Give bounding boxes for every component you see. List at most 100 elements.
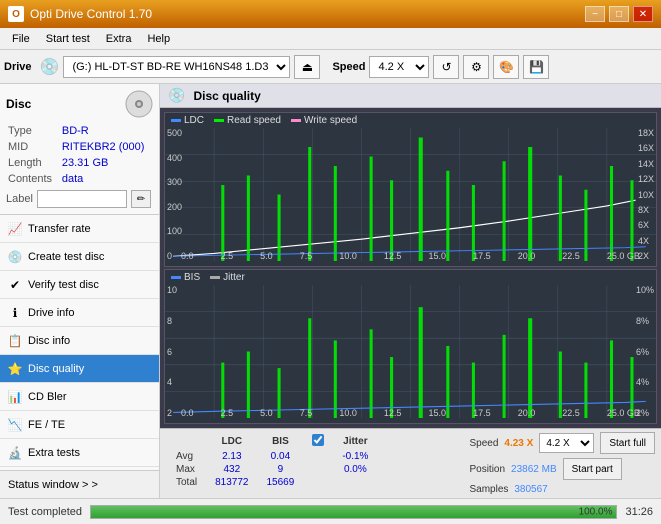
stats-table: LDC BIS Jitter Avg 2.13 0.04 -0.1% (166, 432, 378, 490)
main-layout: Disc Type BD-R MID RITEKBR2 (000) Length (0, 84, 661, 498)
jitter-checkbox[interactable] (312, 434, 324, 446)
title-bar: O Opti Drive Control 1.70 − □ ✕ (0, 0, 661, 28)
bis-color (171, 276, 181, 279)
sidebar: Disc Type BD-R MID RITEKBR2 (000) Length (0, 84, 160, 498)
menu-file[interactable]: File (4, 28, 38, 49)
label-input[interactable] (37, 190, 127, 208)
total-label: Total (168, 477, 205, 488)
start-full-button[interactable]: Start full (600, 432, 655, 454)
sidebar-item-transfer-rate[interactable]: 📈 Transfer rate (0, 215, 159, 243)
nav-items: 📈 Transfer rate 💿 Create test disc ✔ Ver… (0, 215, 159, 470)
minimize-button[interactable]: − (585, 6, 605, 22)
legend-ldc: LDC (171, 115, 204, 126)
sidebar-item-create-test-disc[interactable]: 💿 Create test disc (0, 243, 159, 271)
drive-info-icon: ℹ (8, 306, 22, 320)
length-value: 23.31 GB (62, 156, 151, 170)
disc-quality-icon: ⭐ (8, 362, 22, 376)
legend-jitter: Jitter (210, 272, 245, 283)
speed-label-stat: Speed (469, 438, 498, 449)
nav-label-disc-info: Disc info (28, 335, 70, 347)
contents-value: data (62, 172, 151, 186)
read-speed-color (214, 119, 224, 122)
menu-start-test[interactable]: Start test (38, 28, 98, 49)
extra-tests-icon: 🔬 (8, 446, 22, 460)
disc-image (125, 90, 153, 118)
status-text: Test completed (8, 506, 82, 518)
settings-button[interactable]: ⚙ (463, 55, 489, 79)
sidebar-item-drive-info[interactable]: ℹ Drive info (0, 299, 159, 327)
mid-value: RITEKBR2 (000) (62, 140, 151, 154)
position-row: Position 23862 MB Start part (469, 458, 655, 480)
maximize-button[interactable]: □ (609, 6, 629, 22)
type-value: BD-R (62, 124, 151, 138)
menu-help[interactable]: Help (139, 28, 178, 49)
stats-footer: LDC BIS Jitter Avg 2.13 0.04 -0.1% (160, 428, 661, 498)
total-jitter (334, 477, 376, 488)
close-button[interactable]: ✕ (633, 6, 653, 22)
stats-empty-header (168, 434, 205, 449)
nav-label-disc-quality: Disc quality (28, 363, 84, 375)
legend-read-speed: Read speed (214, 115, 281, 126)
disc-panel: Disc Type BD-R MID RITEKBR2 (000) Length (0, 84, 159, 215)
bottom-chart: BIS Jitter (164, 269, 657, 424)
nav-label-extra-tests: Extra tests (28, 447, 80, 459)
sidebar-item-disc-quality[interactable]: ⭐ Disc quality (0, 355, 159, 383)
content-area: 💿 Disc quality LDC Read speed (160, 84, 661, 498)
bottom-y-right-labels: 10% 8% 6% 4% 2% (636, 285, 654, 418)
bis-label: BIS (184, 272, 200, 283)
fe-te-icon: 📉 (8, 418, 22, 432)
create-test-disc-icon: 💿 (8, 250, 22, 264)
position-value: 23862 MB (511, 464, 557, 475)
label-label: Label (6, 193, 33, 205)
speed-value-stat: 4.23 X (504, 438, 533, 449)
bottom-x-labels: 0.0 2.5 5.0 7.5 10.0 12.5 15.0 17.5 20.0… (181, 408, 640, 418)
jitter-color (210, 276, 220, 279)
eject-button[interactable]: ⏏ (294, 55, 320, 79)
nav-label-fe-te: FE / TE (28, 419, 65, 431)
status-window-button[interactable]: Status window > > (0, 470, 159, 498)
label-edit-button[interactable]: ✏ (131, 190, 151, 208)
verify-test-disc-icon: ✔ (8, 278, 22, 292)
write-speed-label: Write speed (304, 115, 357, 126)
top-y-left-labels: 500 400 300 200 100 0 (167, 128, 182, 261)
nav-label-transfer-rate: Transfer rate (28, 223, 91, 235)
sidebar-item-fe-te[interactable]: 📉 FE / TE (0, 411, 159, 439)
start-part-button[interactable]: Start part (563, 458, 622, 480)
status-window-label: Status window > > (8, 479, 98, 491)
menu-extra[interactable]: Extra (98, 28, 140, 49)
stats-checkbox-col (304, 434, 332, 449)
max-jitter: 0.0% (334, 464, 376, 475)
speed-select[interactable]: 4.2 X (369, 56, 429, 78)
sidebar-item-cd-bler[interactable]: 📊 CD Bler (0, 383, 159, 411)
stats-jitter-header: Jitter (334, 434, 376, 449)
speed-select-stat[interactable]: 4.2 X (539, 433, 594, 453)
chart-header: 💿 Disc quality (160, 84, 661, 108)
length-label: Length (8, 156, 60, 170)
mid-label: MID (8, 140, 60, 154)
label-row: Label ✏ (6, 190, 153, 208)
save-button[interactable]: 💾 (523, 55, 549, 79)
chart-header-icon: 💿 (168, 87, 185, 104)
stats-bis-header: BIS (259, 434, 303, 449)
samples-label: Samples (469, 484, 508, 495)
right-section: Speed 4.23 X 4.2 X Start full Position 2… (469, 432, 655, 495)
nav-label-cd-bler: CD Bler (28, 391, 67, 403)
position-label: Position (469, 464, 505, 475)
toolbar: Drive 💿 (G:) HL-DT-ST BD-RE WH16NS48 1.D… (0, 50, 661, 84)
speed-row: Speed 4.23 X 4.2 X Start full (469, 432, 655, 454)
refresh-button[interactable]: ↺ (433, 55, 459, 79)
time-text: 31:26 (625, 506, 653, 518)
avg-empty (304, 451, 332, 462)
bottom-chart-canvas: 10% 8% 6% 4% 2% 10 8 6 4 2 (165, 285, 656, 418)
app-title: Opti Drive Control 1.70 (30, 7, 152, 21)
sidebar-item-extra-tests[interactable]: 🔬 Extra tests (0, 439, 159, 467)
max-label: Max (168, 464, 205, 475)
top-y-right-labels: 18X 16X 14X 12X 10X 8X 6X 4X 2X (638, 128, 654, 261)
jitter-label: Jitter (223, 272, 245, 283)
sidebar-item-disc-info[interactable]: 📋 Disc info (0, 327, 159, 355)
avg-ldc: 2.13 (207, 451, 256, 462)
sidebar-item-verify-test-disc[interactable]: ✔ Verify test disc (0, 271, 159, 299)
drive-select[interactable]: (G:) HL-DT-ST BD-RE WH16NS48 1.D3 (63, 56, 290, 78)
contents-label: Contents (8, 172, 60, 186)
palette-button[interactable]: 🎨 (493, 55, 519, 79)
